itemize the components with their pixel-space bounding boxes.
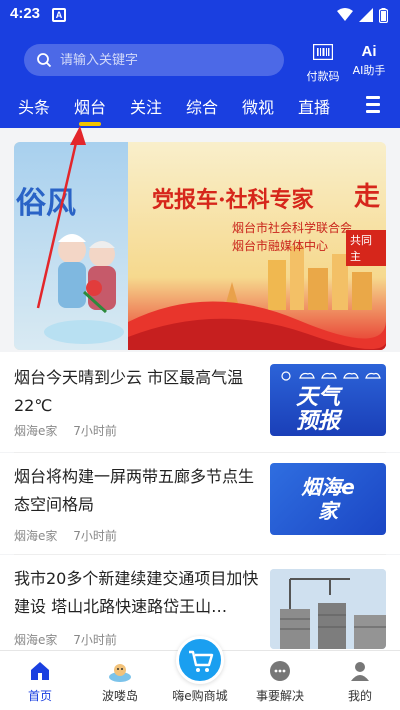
- search-input[interactable]: [60, 52, 260, 68]
- status-time: 4:23: [10, 5, 41, 22]
- tab-live[interactable]: 直播: [298, 94, 330, 118]
- nav-profile-label: 我的: [347, 689, 372, 703]
- nav-island-label: 波喽岛: [101, 689, 138, 703]
- news-thumbnail-text: 烟海e家: [301, 475, 355, 523]
- news-thumbnail-text: 天气预报: [296, 385, 341, 434]
- news-title[interactable]: 烟台将构建一屏两带五廊多节点生态空间格局: [14, 463, 262, 519]
- tab-general[interactable]: 综合: [186, 94, 218, 118]
- app-header: 4:23 A 付款码 Ai AI助手 头条 烟台 关注 综合 微视 直播: [0, 0, 400, 128]
- nav-home[interactable]: 首页: [0, 651, 80, 710]
- signal-icon: [359, 8, 373, 22]
- nav-island[interactable]: 波喽岛: [80, 651, 160, 710]
- search-bar[interactable]: [24, 44, 284, 76]
- news-time: 7小时前: [73, 633, 117, 647]
- news-thumbnail[interactable]: 天气预报: [270, 364, 386, 436]
- banner-left-panel: 俗风: [14, 142, 128, 350]
- banner-title: 党报车·社科专家: [152, 187, 314, 213]
- news-meta: 烟海e家 7小时前: [14, 422, 129, 439]
- shopping-cart-icon: [189, 650, 214, 672]
- news-source: 烟海e家: [14, 424, 58, 438]
- payment-code-button[interactable]: 付款码: [298, 42, 348, 83]
- nav-affairs-label: 事要解决: [255, 689, 304, 703]
- banner-subtitle-line2: 烟台市融媒体中心: [232, 239, 329, 253]
- channel-tabs: 头条 烟台 关注 综合 微视 直播: [0, 90, 400, 126]
- user-icon: [351, 662, 369, 681]
- nav-home-label: 首页: [27, 689, 52, 703]
- tab-yantai[interactable]: 烟台: [74, 94, 106, 126]
- status-bar: 4:23 A: [0, 0, 400, 30]
- channel-menu-button[interactable]: [366, 96, 380, 114]
- status-indicators: [337, 7, 388, 23]
- news-meta: 烟海e家 7小时前: [14, 631, 129, 648]
- news-source: 烟海e家: [14, 529, 58, 543]
- banner-subtitle-line1: 烟台市社会科学联合会: [232, 221, 353, 235]
- news-item[interactable]: 烟台今天晴到少云 市区最高气温22℃ 烟海e家 7小时前 天气预报: [0, 352, 400, 452]
- weather-icons: [281, 371, 381, 381]
- news-meta: 烟海e家 7小时前: [14, 527, 129, 544]
- news-item[interactable]: 烟台将构建一屏两带五廊多节点生态空间格局 烟海e家 7小时前 烟海e家: [0, 453, 400, 554]
- news-title[interactable]: 我市20多个新建续建交通项目加快建设 塔山北路快速路岱王山…: [14, 565, 262, 621]
- news-thumbnail[interactable]: [270, 569, 386, 649]
- news-title[interactable]: 烟台今天晴到少云 市区最高气温22℃: [14, 364, 262, 420]
- nav-profile[interactable]: 我的: [320, 651, 400, 710]
- tab-headlines[interactable]: 头条: [18, 94, 50, 118]
- nav-shop-label: 嗨e购商城: [172, 689, 228, 703]
- payment-code-label: 付款码: [306, 70, 340, 83]
- ai-icon: Ai: [361, 43, 377, 60]
- home-icon: [31, 662, 49, 680]
- ai-assistant-button[interactable]: Ai AI助手: [344, 42, 394, 82]
- banner-title-tail: 走: [354, 182, 381, 212]
- search-icon: [37, 53, 52, 68]
- banner-tag: 共同主: [346, 230, 386, 266]
- chat-icon: [270, 661, 290, 681]
- battery-icon: [379, 7, 388, 23]
- news-thumbnail[interactable]: 烟海e家: [270, 463, 386, 535]
- shop-center-button[interactable]: [176, 636, 224, 684]
- tab-following[interactable]: 关注: [130, 94, 162, 118]
- news-time: 7小时前: [73, 424, 117, 438]
- ai-assistant-label: AI助手: [352, 64, 386, 77]
- tab-video[interactable]: 微视: [242, 94, 274, 118]
- elderly-couple-illustration: [44, 234, 124, 344]
- news-time: 7小时前: [73, 529, 117, 543]
- island-icon: [109, 664, 131, 682]
- wifi-icon: [337, 8, 353, 21]
- barcode-icon: [312, 43, 334, 61]
- nav-affairs[interactable]: 事要解决: [240, 651, 320, 710]
- notification-icon: A: [52, 8, 66, 22]
- construction-site-photo: [270, 569, 386, 649]
- banner-carousel[interactable]: 俗风 党报车·社科专家 走 烟台市社会科学联合会 烟台市融媒体中心 共同主: [14, 142, 386, 350]
- news-source: 烟海e家: [14, 633, 58, 647]
